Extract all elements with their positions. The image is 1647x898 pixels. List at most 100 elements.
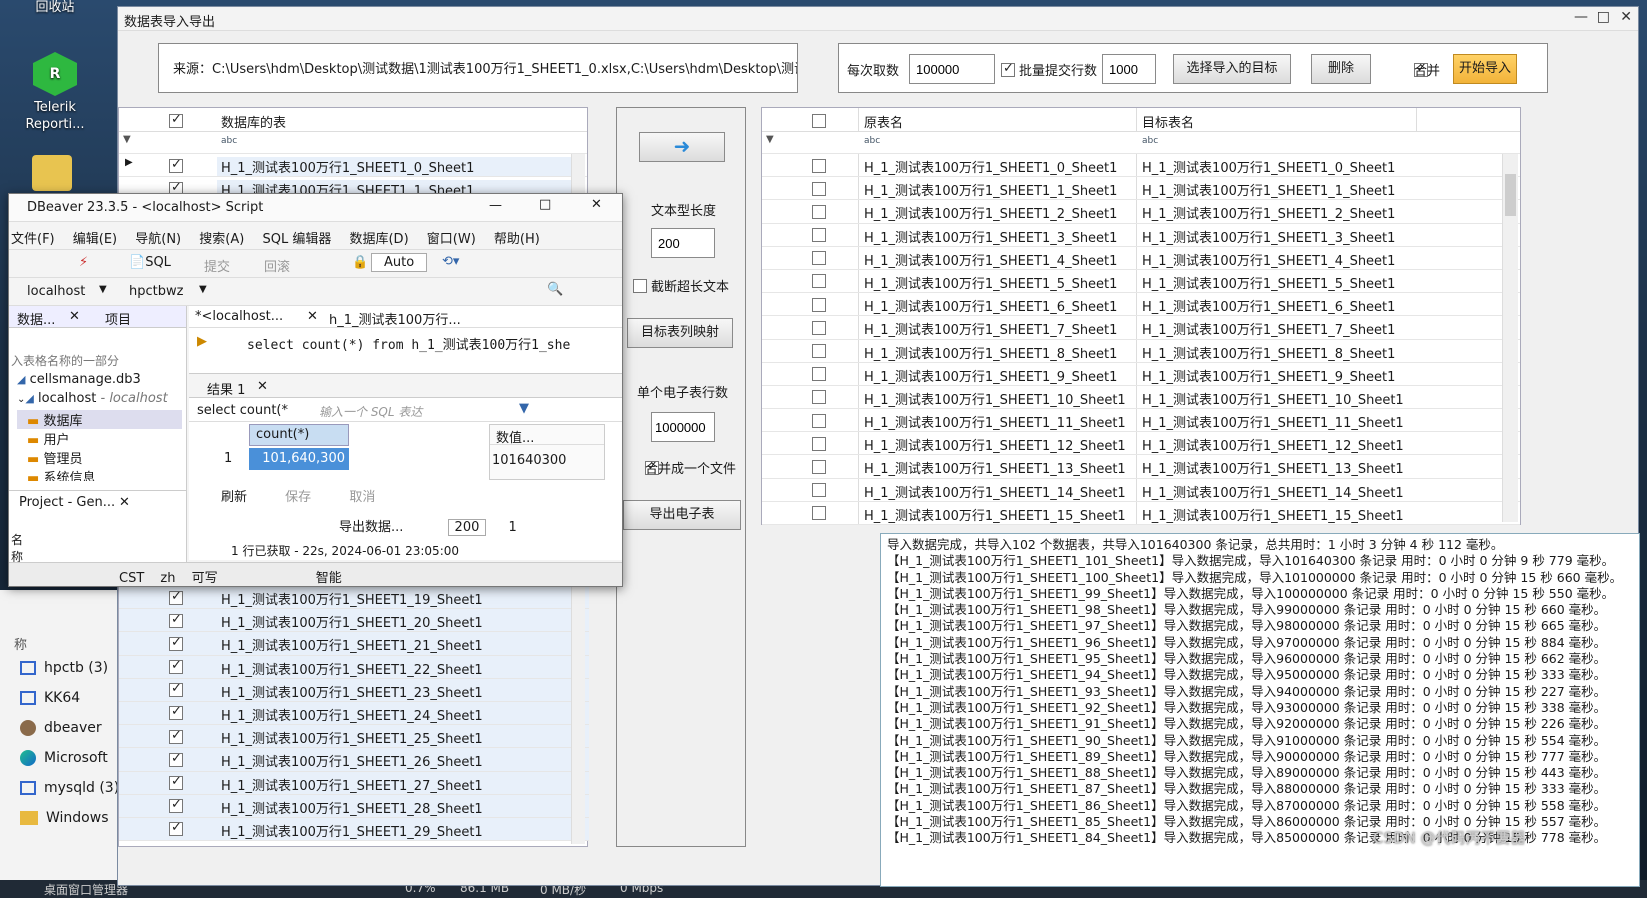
tree-item[interactable]: ▬ 用户 — [17, 429, 182, 448]
row-checkbox[interactable] — [812, 274, 826, 289]
select-target-button[interactable]: 选择导入的目标 — [1173, 54, 1291, 84]
task-item-edge[interactable]: Microsoft — [20, 750, 120, 780]
row-checkbox[interactable] — [812, 413, 826, 428]
mapping-row[interactable]: H_1_测试表100万行1_SHEET1_11_Sheet1 H_1_测试表100… — [762, 409, 1520, 433]
close-icon[interactable]: ✕ — [257, 379, 268, 394]
task-item-hpctb[interactable]: hpctb (3) — [20, 660, 120, 690]
menu-sql[interactable]: SQL 编辑器 — [262, 232, 331, 247]
menu-file[interactable]: 文件(F) — [11, 232, 55, 247]
menu-window[interactable]: 窗口(W) — [427, 232, 476, 247]
truncate-checkbox[interactable] — [633, 278, 647, 293]
mapping-row[interactable]: H_1_测试表100万行1_SHEET1_8_Sheet1 H_1_测试表100万… — [762, 339, 1520, 363]
close-icon[interactable]: ✕ — [307, 309, 318, 324]
tree-item[interactable]: ▬ 管理员 — [17, 448, 182, 467]
lock-icon[interactable]: 🔒 — [352, 255, 368, 270]
table-row[interactable]: H_1_测试表100万行1_SHEET1_21_Sheet1 — [119, 632, 589, 656]
delete-button[interactable]: 删除 — [1311, 54, 1371, 84]
row-checkbox[interactable] — [812, 344, 826, 358]
task-item-windows[interactable]: Windows — [20, 810, 120, 840]
row-checkbox[interactable] — [169, 635, 183, 651]
menu-database[interactable]: 数据库(D) — [349, 232, 408, 247]
row-checkbox[interactable] — [169, 612, 183, 628]
rows-per-sheet-input[interactable] — [651, 412, 715, 442]
filter-icon[interactable]: ▼ — [766, 134, 774, 145]
filter-icon[interactable]: ▼ — [123, 134, 131, 145]
row-checkbox[interactable] — [812, 320, 826, 335]
row-checkbox[interactable] — [812, 436, 826, 451]
mapping-row[interactable]: H_1_测试表100万行1_SHEET1_9_Sheet1 H_1_测试表100万… — [762, 362, 1520, 386]
right-scrollbar[interactable] — [1502, 154, 1518, 522]
mapping-row[interactable]: H_1_测试表100万行1_SHEET1_1_Sheet1 H_1_测试表100万… — [762, 177, 1520, 201]
mapping-row[interactable]: H_1_测试表100万行1_SHEET1_5_Sheet1 H_1_测试表100万… — [762, 269, 1520, 294]
menu-edit[interactable]: 编辑(E) — [73, 232, 117, 247]
tab-script[interactable]: *<localhost... — [195, 309, 284, 324]
schema-select[interactable]: hpctbwz — [129, 284, 183, 299]
close-icon[interactable]: ✕ — [69, 309, 80, 324]
mapping-row[interactable]: H_1_测试表100万行1_SHEET1_0_Sheet1 H_1_测试表100万… — [762, 154, 1520, 178]
select-all-checkbox[interactable] — [169, 112, 183, 128]
row-checkbox[interactable] — [812, 483, 826, 498]
mapping-row[interactable]: H_1_测试表100万行1_SHEET1_3_Sheet1 H_1_测试表100万… — [762, 223, 1520, 247]
save-button[interactable]: 保存 — [285, 490, 311, 505]
menu-search[interactable]: 搜索(A) — [199, 232, 244, 247]
table-row[interactable]: H_1_测试表100万行1_SHEET1_29_Sheet1 — [119, 817, 589, 842]
mapping-row[interactable]: H_1_测试表100万行1_SHEET1_14_Sheet1 H_1_测试表100… — [762, 478, 1520, 502]
chevron-down-icon[interactable]: ▼ — [99, 284, 107, 295]
fetch-input[interactable] — [909, 54, 995, 84]
row-checkbox[interactable] — [169, 681, 183, 698]
connection-select[interactable]: localhost — [27, 284, 85, 299]
search-icon[interactable]: 🔍 — [547, 282, 563, 297]
task-item-kk64[interactable]: KK64 — [20, 690, 120, 720]
row-checkbox[interactable] — [812, 390, 826, 405]
rollback-button[interactable]: 回滚 — [264, 256, 290, 275]
row-checkbox[interactable] — [169, 797, 183, 814]
row-checkbox[interactable] — [169, 728, 183, 744]
table-row[interactable]: H_1_测试表100万行1_SHEET1_28_Sheet1 — [119, 794, 589, 818]
nav-filter-input[interactable]: 入表格名称的一部分 — [11, 352, 161, 369]
table-row[interactable]: H_1_测试表100万行1_SHEET1_26_Sheet1 — [119, 748, 589, 772]
table-row[interactable]: H_1_测试表100万行1_SHEET1_20_Sheet1 — [119, 609, 589, 633]
abc-filter-icon[interactable]: abc — [221, 136, 237, 146]
row-checkbox[interactable] — [812, 228, 826, 243]
mapping-row[interactable]: H_1_测试表100万行1_SHEET1_13_Sheet1 H_1_测试表100… — [762, 455, 1520, 479]
row-checkbox[interactable] — [812, 367, 826, 382]
import-log[interactable]: 导入数据完成，共导入102 个数据表，共导入101640300 条记录，总共用时… — [880, 533, 1640, 887]
result-cell[interactable]: 101,640,300 — [249, 448, 349, 470]
scrollbar-thumb[interactable] — [1505, 174, 1516, 216]
close-icon[interactable]: ✕ — [591, 197, 602, 212]
mapping-row[interactable]: H_1_测试表100万行1_SHEET1_4_Sheet1 H_1_测试表100万… — [762, 246, 1520, 270]
maximize-icon[interactable]: □ — [539, 197, 551, 212]
mapping-row[interactable]: H_1_测试表100万行1_SHEET1_10_Sheet1 H_1_测试表100… — [762, 385, 1520, 410]
mapping-row[interactable]: H_1_测试表100万行1_SHEET1_6_Sheet1 H_1_测试表100万… — [762, 293, 1520, 317]
row-checkbox[interactable] — [812, 251, 826, 266]
auto-commit-select[interactable]: Auto — [371, 253, 428, 272]
text-length-input[interactable] — [651, 228, 715, 258]
col-header-count[interactable]: count(*) — [249, 424, 349, 446]
tab-database-nav[interactable]: 数据... — [17, 309, 55, 328]
row-checkbox[interactable] — [169, 820, 183, 837]
tree-item[interactable]: ◢ cellsmanage.db3 — [17, 372, 182, 391]
recycle-bin-label[interactable]: 回收站 — [30, 0, 80, 15]
task-item-mysqld[interactable]: mysqld (3) — [20, 780, 120, 810]
value-panel-value[interactable]: 101640300 — [490, 445, 604, 476]
abc-filter-icon[interactable]: abc — [1142, 136, 1158, 146]
commit-button[interactable]: 提交 — [204, 256, 230, 275]
row-checkbox[interactable] — [169, 704, 183, 721]
fetch-size-input[interactable]: 200 — [447, 519, 487, 536]
batch-input[interactable] — [1102, 54, 1156, 84]
run-icon[interactable]: ▶ — [197, 334, 207, 349]
table-row[interactable]: H_1_测试表100万行1_SHEET1_24_Sheet1 — [119, 701, 589, 726]
task-item-dbeaver[interactable]: dbeaver — [20, 720, 120, 750]
maximize-icon[interactable]: □ — [1597, 9, 1610, 25]
lock-icon[interactable] — [32, 155, 72, 191]
export-data-button[interactable]: 导出数据... — [339, 520, 403, 535]
row-checkbox[interactable] — [812, 297, 826, 312]
filter-input[interactable]: 输入一个 SQL 表达 — [319, 403, 437, 420]
close-icon[interactable]: ✕ — [1620, 9, 1632, 25]
tab-table[interactable]: h_1_测试表100万行... — [329, 309, 461, 328]
mapping-row[interactable]: H_1_测试表100万行1_SHEET1_7_Sheet1 H_1_测试表100万… — [762, 316, 1520, 340]
row-checkbox[interactable] — [812, 158, 826, 173]
row-checkbox[interactable] — [169, 589, 183, 605]
menu-nav[interactable]: 导航(N) — [135, 232, 181, 247]
refresh-button[interactable]: 刷新 — [221, 490, 247, 505]
